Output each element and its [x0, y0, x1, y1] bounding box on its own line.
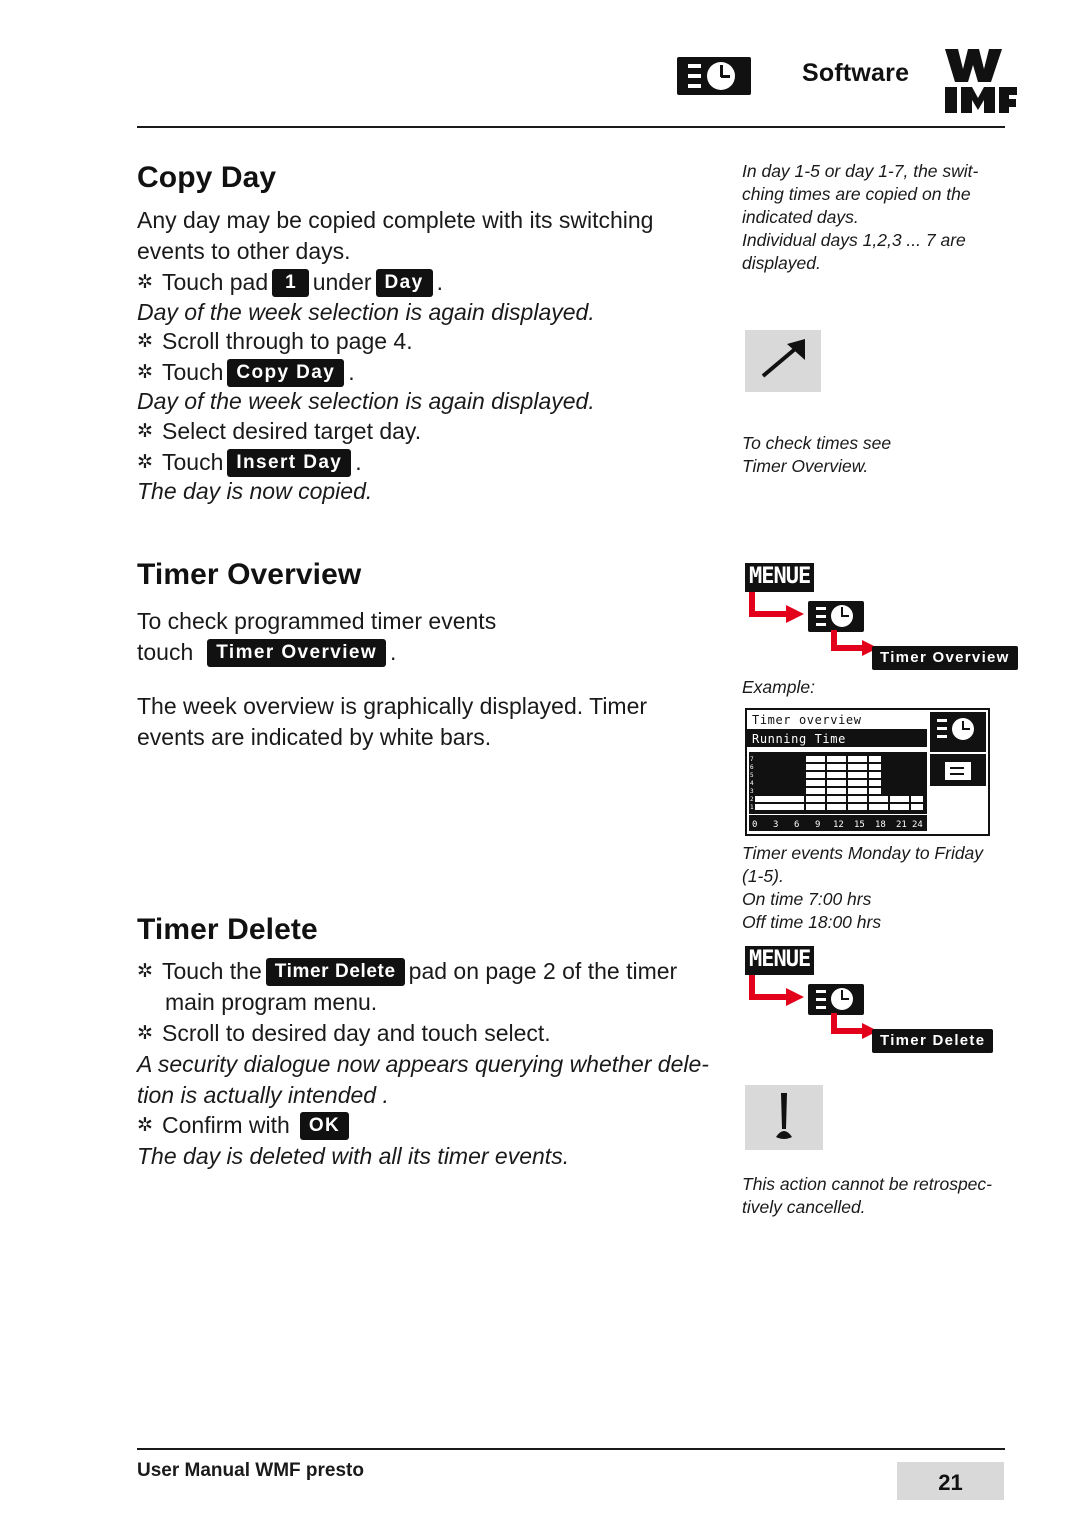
svg-text:4: 4	[750, 780, 754, 787]
footer-divider	[137, 1448, 1005, 1450]
timer-delete-margin-note: This action cannot be retrospec- tively …	[742, 1174, 992, 1217]
svg-text:1: 1	[750, 804, 754, 811]
svg-text:Timer overview: Timer overview	[752, 713, 862, 727]
bullet-icon: ✲	[137, 421, 153, 442]
copy-day-note-3: The day is now copied.	[137, 478, 373, 504]
bullet-icon: ✲	[137, 1115, 153, 1136]
copy-day-note-1: Day of the week selection is again displ…	[137, 299, 595, 325]
pad-timer-delete-target[interactable]: Timer Delete	[872, 1029, 994, 1053]
step-text: touch	[137, 639, 194, 665]
copy-day-note-2: Day of the week selection is again displ…	[137, 388, 595, 414]
timer-delete-step-2: ✲ Scroll to desired day and touch select…	[137, 1018, 551, 1049]
pad-1-button[interactable]: 1	[272, 268, 309, 297]
svg-text:21: 21	[896, 820, 907, 830]
bullet-icon: ✲	[137, 1023, 153, 1044]
step-text: Select desired target day.	[162, 418, 422, 444]
step-text: .	[348, 359, 355, 385]
step-text: Touch the	[162, 958, 262, 984]
svg-text:18: 18	[875, 820, 886, 830]
step-text: Scroll through to page 4.	[162, 328, 413, 354]
svg-text:9: 9	[815, 820, 820, 830]
svg-text:6: 6	[750, 764, 754, 771]
header-divider	[137, 126, 1005, 128]
step-text: Confirm with	[162, 1112, 290, 1138]
timer-overview-touch-row: touch Timer Overview .	[137, 637, 396, 668]
timer-delete-result-note: The day is deleted with all its timer ev…	[137, 1143, 570, 1169]
bullet-icon: ✲	[137, 961, 153, 982]
page-title-copy-day: Copy Day	[137, 161, 277, 194]
step-text: Touch pad	[162, 269, 269, 295]
svg-text:Running Time: Running Time	[752, 732, 846, 746]
step-text: under	[312, 269, 372, 295]
timer-delete-step-1: ✲ Touch the Timer Delete pad on page 2 o…	[137, 956, 677, 987]
svg-text:7: 7	[750, 756, 754, 763]
header-title: Software	[802, 59, 910, 87]
step-text: Scroll to desired day and touch select.	[162, 1020, 551, 1046]
bullet-icon: ✲	[137, 331, 153, 352]
menu-clock-icon	[808, 601, 864, 632]
step-text: pad on page 2 of the timer	[408, 958, 678, 984]
svg-text:6: 6	[794, 820, 799, 830]
copy-day-step-2: ✲ Scroll through to page 4.	[137, 326, 413, 357]
menue-label-delete: MENUE	[745, 946, 815, 975]
svg-text:12: 12	[833, 820, 844, 830]
copy-day-check-note: To check times see Timer Overview.	[742, 433, 892, 476]
copy-day-step-5: ✲ Touch Insert Day .	[137, 447, 362, 478]
copy-day-step-1: ✲ Touch pad 1 under Day .	[137, 267, 443, 298]
exclamation-icon	[745, 1085, 823, 1150]
lcd-timer-overview-chart: Timer overview Running Time 7 6 5 4 3 2 …	[745, 708, 990, 836]
menu-clock-icon	[677, 57, 751, 95]
manual-page: Software Copy Day Any day may be copied …	[0, 0, 1080, 1532]
copy-day-step-4: ✲ Select desired target day.	[137, 416, 421, 447]
bullet-icon: ✲	[137, 452, 153, 473]
timer-delete-step-1-cont: main program menu.	[165, 989, 378, 1015]
pad-timer-delete-button[interactable]: Timer Delete	[265, 957, 405, 986]
timer-overview-margin-note: Timer events Monday to Friday (1-5). On …	[742, 843, 984, 932]
copy-day-intro: Any day may be copied complete with its …	[137, 207, 654, 264]
timer-overview-p2: The week overview is graphically display…	[137, 693, 648, 750]
pad-day-button[interactable]: Day	[375, 268, 433, 297]
step-text: .	[436, 269, 443, 295]
copy-day-step-3: ✲ Touch Copy Day .	[137, 357, 355, 388]
svg-text:3: 3	[773, 820, 778, 830]
page-title-timer-overview: Timer Overview	[137, 558, 362, 591]
red-arrow-down-1	[748, 592, 808, 631]
pad-insert-day-button[interactable]: Insert Day	[227, 448, 352, 477]
svg-text:24: 24	[912, 820, 923, 830]
step-text: Touch	[162, 359, 224, 385]
bullet-icon: ✲	[137, 272, 153, 293]
step-text: .	[355, 449, 362, 475]
svg-text:15: 15	[854, 820, 865, 830]
timer-delete-step-3: ✲ Confirm with OK	[137, 1110, 353, 1141]
menu-clock-icon	[808, 984, 864, 1015]
pad-copy-day-button[interactable]: Copy Day	[227, 358, 345, 387]
pad-timer-overview-button[interactable]: Timer Overview	[207, 638, 387, 667]
timer-delete-security-note: A security dialogue now appears querying…	[137, 1051, 709, 1108]
copy-day-margin-note: In day 1-5 or day 1-7, the swit- ching t…	[742, 161, 979, 273]
red-arrow-down-3	[748, 975, 808, 1014]
page-number: 21	[938, 1470, 963, 1495]
wmf-logo	[943, 45, 1019, 117]
svg-text:2: 2	[750, 796, 754, 803]
page-title-timer-delete: Timer Delete	[137, 913, 318, 946]
pad-ok-button[interactable]: OK	[299, 1111, 350, 1140]
menue-label-overview: MENUE	[745, 563, 815, 592]
bullet-icon: ✲	[137, 362, 153, 383]
step-text: Touch	[162, 449, 224, 475]
step-text: .	[390, 639, 397, 665]
svg-text:3: 3	[750, 788, 754, 795]
page-header: Software	[137, 45, 1017, 125]
svg-text:0: 0	[752, 820, 757, 830]
svg-text:5: 5	[750, 772, 754, 779]
pad-timer-overview-target[interactable]: Timer Overview	[872, 646, 1018, 670]
footer-text: User Manual WMF presto	[137, 1460, 364, 1481]
example-label: Example:	[742, 677, 815, 697]
timer-overview-p1-line1: To check programmed timer events	[137, 608, 497, 634]
diagonal-arrow-icon	[745, 330, 821, 392]
